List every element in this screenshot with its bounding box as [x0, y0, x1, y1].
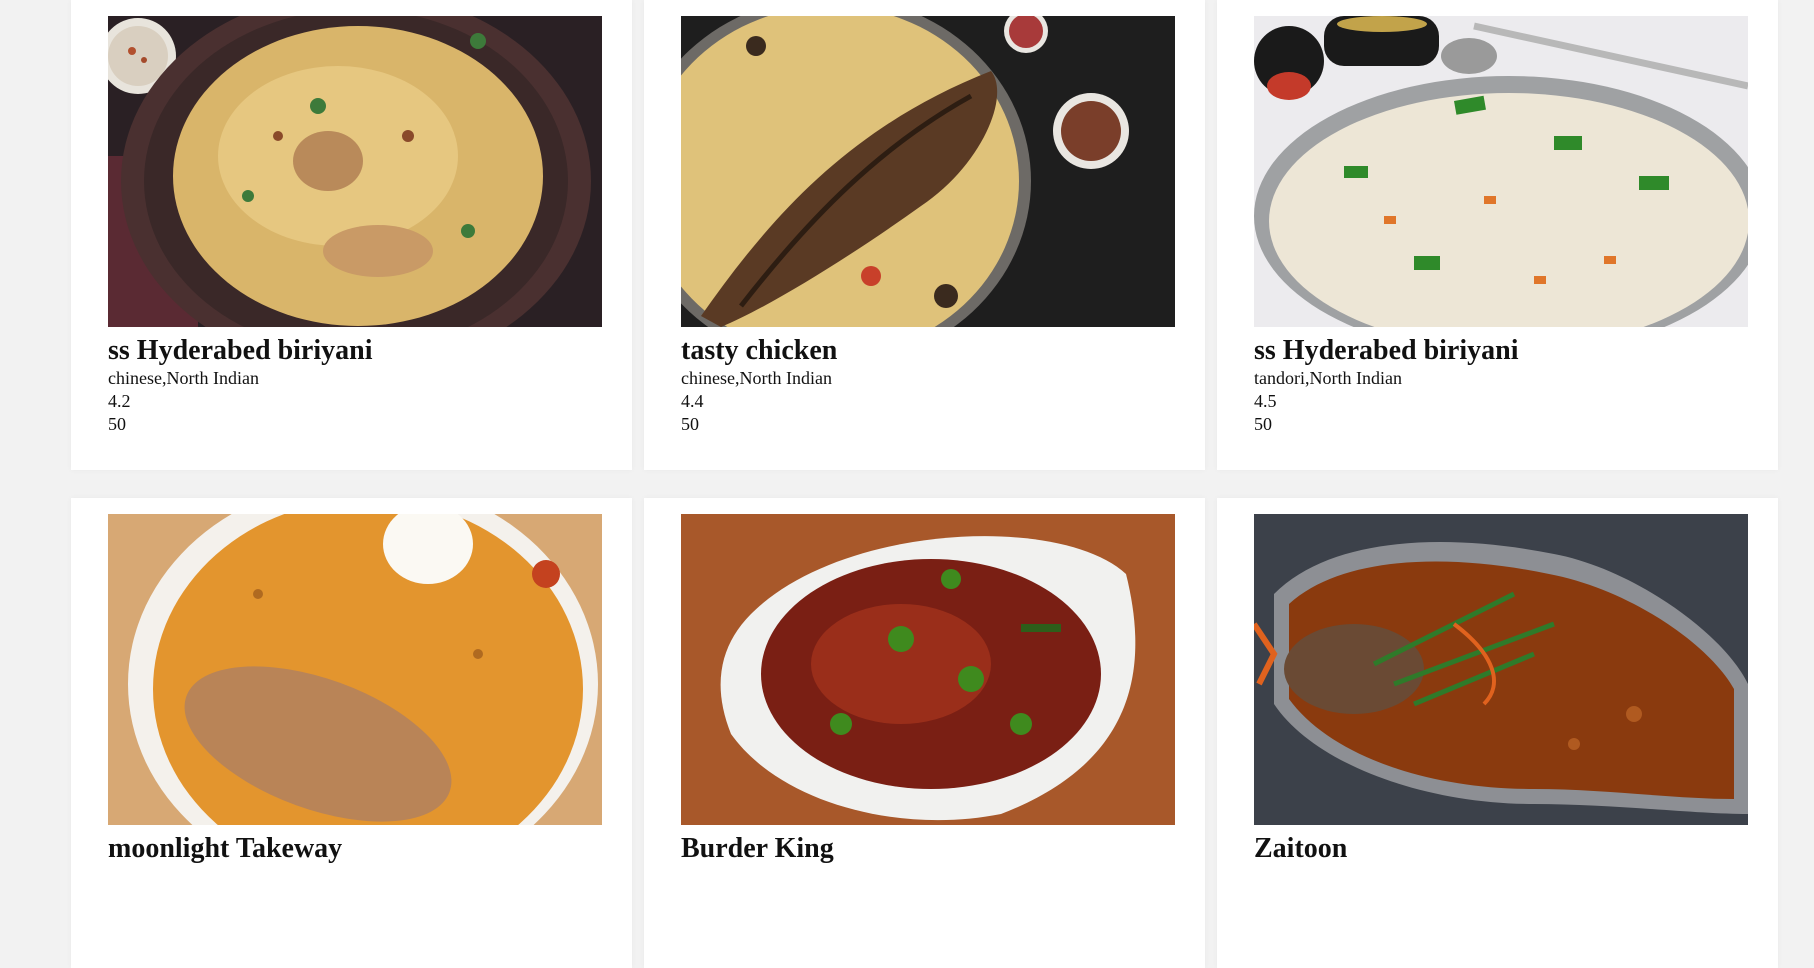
restaurant-name[interactable]: ss Hyderabed biriyani — [1254, 335, 1741, 367]
restaurant-cuisines: tandori,North Indian — [1254, 368, 1402, 388]
restaurant-price: 50 — [1254, 414, 1272, 434]
restaurant-card[interactable]: ss Hyderabed biriyani tandori,North Indi… — [1217, 0, 1778, 470]
restaurant-name[interactable]: ss Hyderabed biriyani — [108, 335, 595, 367]
biryani-plate-image[interactable] — [108, 16, 602, 327]
restaurant-name[interactable]: tasty chicken — [681, 335, 1168, 367]
restaurant-card[interactable]: ss Hyderabed biriyani chinese,North Indi… — [71, 0, 632, 470]
chilli-chicken-plate-image[interactable] — [681, 514, 1175, 825]
restaurant-name[interactable]: moonlight Takeway — [108, 833, 595, 865]
chicken-biryani-bowl-image[interactable] — [108, 514, 602, 825]
fish-rice-platter-image[interactable] — [681, 16, 1175, 327]
restaurant-card[interactable]: Zaitoon — [1217, 498, 1778, 968]
restaurant-rating: 4.5 — [1254, 391, 1277, 411]
restaurant-grid: ss Hyderabed biriyani chinese,North Indi… — [71, 0, 1778, 968]
restaurant-rating: 4.4 — [681, 391, 704, 411]
restaurant-card[interactable]: Burder King — [644, 498, 1205, 968]
fried-rice-image[interactable] — [1254, 16, 1748, 327]
restaurant-price: 50 — [681, 414, 699, 434]
restaurant-rating: 4.2 — [108, 391, 131, 411]
restaurant-price: 50 — [108, 414, 126, 434]
fish-curry-dish-image[interactable] — [1254, 514, 1748, 825]
restaurant-card[interactable]: moonlight Takeway — [71, 498, 632, 968]
restaurant-card[interactable]: tasty chicken chinese,North Indian 4.4 5… — [644, 0, 1205, 470]
restaurant-cuisines: chinese,North Indian — [108, 368, 259, 388]
restaurant-name[interactable]: Burder King — [681, 833, 1168, 865]
restaurant-cuisines: chinese,North Indian — [681, 368, 832, 388]
restaurant-name[interactable]: Zaitoon — [1254, 833, 1741, 865]
